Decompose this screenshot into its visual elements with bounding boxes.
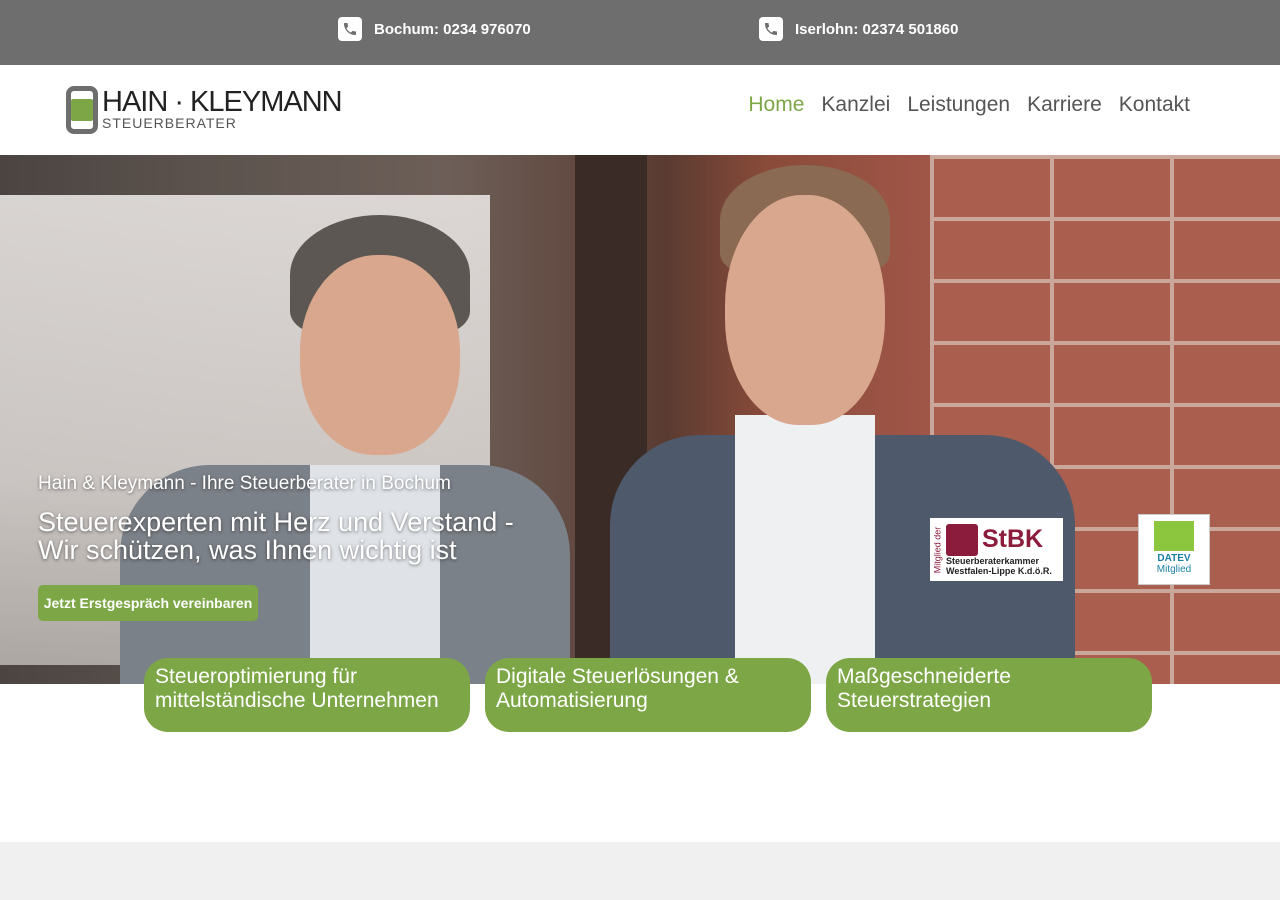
stbk-line2: Westfalen-Lippe K.d.ö.R. xyxy=(946,565,1052,576)
hero-banner: Hain & Kleymann - Ihre Steuerberater in … xyxy=(0,155,1280,684)
nav-item-karriere[interactable]: Karriere xyxy=(1027,93,1102,117)
phone-icon xyxy=(759,17,783,41)
logo-subtitle: STEUERBERATER xyxy=(102,115,237,131)
datev-logo-icon xyxy=(1154,521,1194,551)
hero-title: Steuerexperten mit Herz und Verstand - W… xyxy=(38,507,514,565)
stbk-side-text: Mitglied der xyxy=(932,526,942,573)
stbk-abbr: StBK xyxy=(982,525,1044,553)
service-highlights: Steueroptimierung für mittelständische U… xyxy=(144,658,1154,732)
service-pill-optimization[interactable]: Steueroptimierung für mittelständische U… xyxy=(144,658,470,732)
stbk-member-badge[interactable]: Mitglied der StBK Steuerberaterkammer We… xyxy=(930,518,1063,581)
nav-item-kanzlei[interactable]: Kanzlei xyxy=(821,93,890,117)
phone-label-bochum: Bochum: 0234 976070 xyxy=(374,20,531,38)
datev-member-label: Mitglied xyxy=(1156,564,1192,575)
stbk-line1: Steuerberaterkammer xyxy=(946,555,1040,566)
nav-item-home[interactable]: Home xyxy=(748,93,804,117)
site-logo[interactable]: HAIN · KLEYMANN STEUERBERATER xyxy=(66,86,343,136)
stbk-crest-icon xyxy=(946,523,978,556)
main-nav: Home Kanzlei Leistungen Karriere Kontakt xyxy=(731,93,1190,117)
page-bottom-band xyxy=(0,842,1280,900)
phone-link-iserlohn[interactable]: Iserlohn: 02374 501860 xyxy=(759,16,958,42)
logo-name: HAIN · KLEYMANN xyxy=(102,86,343,118)
datev-name: DATEV xyxy=(1157,553,1191,564)
service-pill-strategies[interactable]: Maßgeschneiderte Steuerstrategien xyxy=(826,658,1152,732)
datev-member-badge[interactable]: DATEV Mitglied xyxy=(1138,514,1210,585)
hero-photo-person-right xyxy=(610,165,1080,684)
logo-mark-icon xyxy=(66,86,98,134)
phone-label-iserlohn: Iserlohn: 02374 501860 xyxy=(795,20,959,38)
top-contact-bar: Bochum: 0234 976070 Iserlohn: 02374 5018… xyxy=(0,0,1280,65)
phone-link-bochum[interactable]: Bochum: 0234 976070 xyxy=(338,16,531,42)
site-header: HAIN · KLEYMANN STEUERBERATER Home Kanzl… xyxy=(0,65,1280,155)
nav-item-leistungen[interactable]: Leistungen xyxy=(907,93,1010,117)
phone-icon xyxy=(338,17,362,41)
nav-item-kontakt[interactable]: Kontakt xyxy=(1119,93,1190,117)
service-pill-digital[interactable]: Digitale Steuerlösungen & Automatisierun… xyxy=(485,658,811,732)
book-consultation-button[interactable]: Jetzt Erstgespräch vereinbaren xyxy=(38,585,258,621)
hero-subheading: Hain & Kleymann - Ihre Steuerberater in … xyxy=(38,473,451,494)
